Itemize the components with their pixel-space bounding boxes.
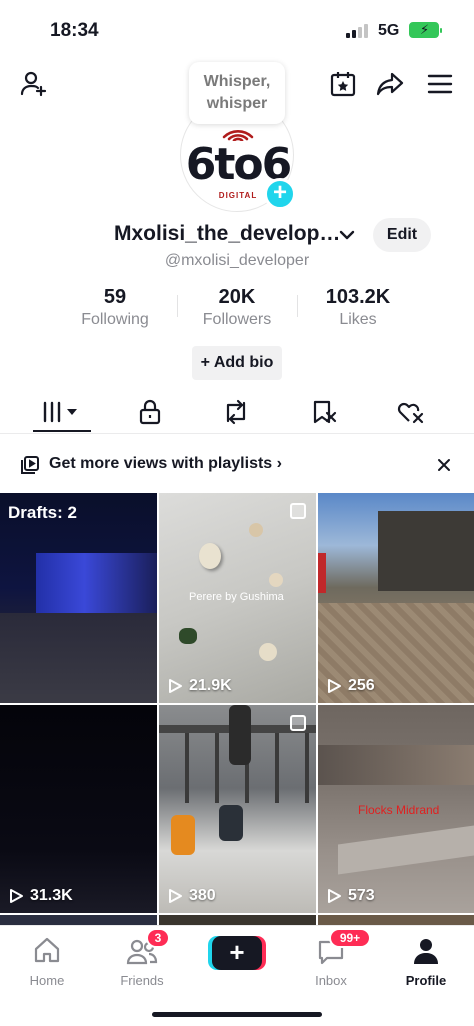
inbox-badge: 99+ [329,928,371,948]
view-count-text: 573 [348,887,375,904]
video-tile[interactable]: Flocks Midrand 573 [318,705,474,913]
following-count: 59 [103,286,127,308]
view-count: 21.9K [167,677,232,695]
add-story-button[interactable]: + [264,178,296,210]
content-tabs [0,392,474,434]
tab-videos[interactable] [32,392,92,432]
nav-home-label: Home [29,973,65,988]
video-tile[interactable]: 256 [318,493,474,703]
view-count-text: 21.9K [189,677,232,694]
play-icon [169,679,182,693]
status-time: 18:34 [50,20,99,41]
username[interactable]: Mxolisi_the_develop… [114,222,340,246]
add-friend-icon[interactable] [16,66,52,102]
nav-profile[interactable]: Profile [386,934,466,988]
close-icon[interactable] [437,458,451,472]
network-label: 5G [378,22,400,39]
stat-following[interactable]: 59 Following [55,285,175,331]
tab-private[interactable] [120,392,180,432]
view-count: 573 [326,887,375,905]
menu-icon[interactable] [422,66,458,102]
likes-label: Likes [339,311,377,328]
followers-count: 20K [218,286,256,308]
drafts-tile[interactable]: Drafts: 2 [0,493,157,703]
video-tile[interactable] [318,915,474,925]
nav-inbox[interactable]: 99+ Inbox [291,928,371,988]
liked-icon [397,402,424,424]
share-icon[interactable] [372,66,408,102]
repost-icon [226,399,246,425]
view-count-text: 256 [348,677,375,694]
home-indicator [152,1012,322,1017]
playlist-icon [21,456,39,474]
status-bar: 18:34 5G ⚡ [0,0,474,60]
friends-badge: 3 [146,928,170,948]
playlist-banner[interactable]: Get more views with playlists › [0,444,474,486]
followers-label: Followers [202,311,272,328]
edit-profile-button[interactable]: Edit [373,218,431,252]
multi-photo-icon [290,503,306,519]
play-icon [328,679,341,693]
tab-reposts[interactable] [206,392,266,432]
playlist-banner-text: Get more views with playlists › [49,455,282,472]
lock-icon [139,399,161,425]
following-label: Following [81,311,149,328]
play-icon [169,889,182,903]
tab-liked[interactable] [381,392,441,432]
whisper-tooltip[interactable]: Whisper, whisper [189,62,285,124]
view-count: 256 [326,677,375,695]
bottom-nav: Home 3 Friends + 99+ Inbox Profile [0,925,474,1026]
video-tile[interactable] [159,915,316,925]
play-icon [10,889,23,903]
multi-photo-icon [290,715,306,731]
video-grid: Drafts: 2 Perere by Gushima 21.9K 256 31… [0,493,474,925]
play-icon [328,889,341,903]
videos-grid-icon [43,401,77,423]
drafts-label: Drafts: 2 [8,503,77,522]
nav-friends[interactable]: 3 Friends [102,928,182,988]
battery-icon: ⚡ [409,22,442,38]
stat-likes[interactable]: 103.2K Likes [298,285,418,331]
favorites-icon [313,400,337,424]
video-tile[interactable] [0,915,157,925]
nav-profile-label: Profile [405,973,447,988]
view-count: 31.3K [8,887,73,905]
tab-favorites[interactable] [294,392,354,432]
video-tile[interactable]: 31.3K [0,705,157,913]
video-tile[interactable]: 380 [159,705,316,913]
profile-icon [414,939,438,964]
signal-icon [346,24,368,38]
video-tile[interactable]: Perere by Gushima 21.9K [159,493,316,703]
likes-count: 103.2K [325,286,391,308]
profile-stats: 59 Following 20K Followers 103.2K Likes [0,285,474,331]
chevron-down-icon[interactable] [338,226,356,249]
create-button[interactable]: + [212,936,262,970]
nav-friends-label: Friends [120,973,164,988]
add-bio-button[interactable]: + Add bio [192,346,282,380]
view-count: 380 [167,887,216,905]
stat-followers[interactable]: 20K Followers [177,285,297,331]
view-count-text: 31.3K [30,887,73,904]
home-icon [34,937,60,963]
whisper-line-2: whisper [206,95,268,112]
view-count-text: 380 [189,887,216,904]
calendar-star-icon[interactable] [325,66,361,102]
active-tab-indicator [33,430,91,432]
whisper-line-1: Whisper, [203,73,271,90]
video-caption: Flocks Midrand [358,803,440,817]
nav-inbox-label: Inbox [315,973,347,988]
video-caption: Perere by Gushima [189,591,284,603]
nav-home[interactable]: Home [7,934,87,988]
profile-handle: @mxolisi_developer [164,252,310,269]
